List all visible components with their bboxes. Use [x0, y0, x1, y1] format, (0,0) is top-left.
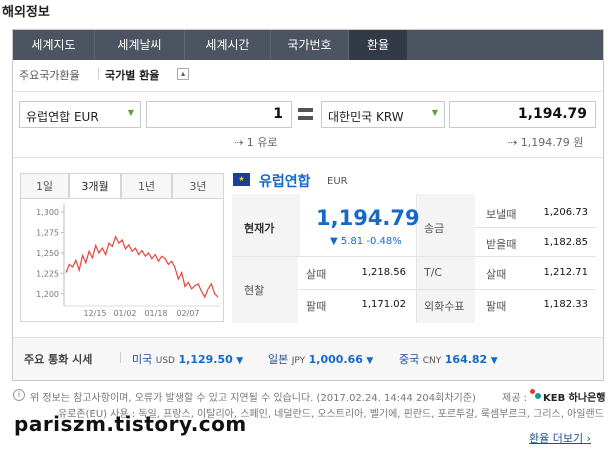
table-divider: [475, 227, 596, 228]
period-1y[interactable]: 1년: [121, 173, 172, 199]
to-amount-input[interactable]: 1,194.79: [449, 101, 596, 128]
rate-chart: 1,300 1,275 1,250 1,225 1,200 12/15 01/02 01/1…: [36, 204, 220, 318]
to-currency-select[interactable]: 대한민국 KRW ▼: [321, 101, 445, 128]
x-tick-label: 01/02: [113, 309, 136, 318]
watermark-text: pariszm.tistory.com: [14, 412, 247, 436]
current-rate-label: 현재가: [244, 222, 275, 235]
current-rate-value: 1,194.79: [316, 206, 420, 230]
major-value: 1,000.66: [308, 353, 363, 366]
x-tick-label: 02/07: [176, 309, 199, 318]
check-sell-value: 1,182.33: [543, 299, 588, 310]
arrow-right-icon: ⇢: [508, 136, 518, 149]
note-text: 위 정보는 참고사항이며, 오류가 발생할 수 있고 지연될 수 있습니다. (…: [30, 393, 476, 404]
from-hint-text: 1 유로: [246, 136, 278, 149]
down-arrow-icon: ▼: [490, 356, 498, 366]
tc-buy-label: 살때: [486, 268, 507, 281]
period-3y[interactable]: 3년: [172, 173, 224, 199]
remit-recv-label: 받을때: [486, 238, 517, 251]
more-rates-link[interactable]: 환율 더보기 ›: [529, 430, 591, 446]
rate-change-value: 5.81: [340, 236, 364, 247]
tab-world-time[interactable]: 세계시간: [185, 30, 271, 60]
major-divider: [120, 352, 121, 363]
down-arrow-icon: ▼: [236, 356, 244, 366]
divider: [13, 157, 603, 158]
provider-label: 제공 :: [502, 393, 527, 404]
to-currency-label: 대한민국 KRW: [328, 110, 404, 124]
cash-buy-label: 살때: [306, 268, 327, 281]
divider: [13, 91, 603, 92]
tc-label: T/C: [424, 266, 443, 279]
cash-sell-label: 팔때: [306, 300, 327, 313]
period-3m[interactable]: 3개월: [69, 173, 121, 199]
page-title: 해외정보: [2, 5, 50, 20]
major-item-jpy[interactable]: 일본 JPY 1,000.66 ▼: [268, 351, 373, 367]
remit-send-value: 1,206.73: [543, 207, 588, 218]
major-code: CNY: [422, 356, 442, 366]
major-country: 일본: [268, 353, 289, 366]
rate-line: [65, 235, 219, 299]
y-tick-label: 1,250: [36, 249, 59, 258]
to-amount-value: 1,194.79: [517, 106, 587, 122]
to-hint-text: 1,194.79 원: [520, 136, 584, 149]
major-code: JPY: [291, 356, 306, 366]
check-sell-label: 팔때: [486, 300, 507, 313]
from-hint: ⇢ 1 유로: [234, 134, 277, 150]
tc-buy-value: 1,212.71: [543, 267, 588, 278]
subtab-divider: [98, 68, 99, 79]
cash-buy-value: 1,218.56: [361, 267, 406, 278]
subtab-by-country[interactable]: 국가별 환율: [105, 67, 159, 83]
y-tick-label: 1,200: [36, 290, 59, 299]
arrow-right-icon: ⇢: [234, 136, 244, 149]
table-divider: [232, 256, 596, 257]
from-amount-value: 1: [273, 106, 283, 122]
period-1d[interactable]: 1일: [20, 173, 69, 199]
to-hint: ⇢ 1,194.79 원: [508, 134, 583, 150]
currency-name: 유럽연합: [259, 174, 311, 190]
down-arrow-icon: ▼: [366, 356, 374, 366]
chevron-down-icon: ▼: [431, 108, 438, 117]
x-tick-label: 12/15: [83, 309, 106, 318]
rate-change-pct: -0.48%: [366, 236, 402, 247]
subtab-major-rates[interactable]: 주요국가환율: [19, 67, 80, 83]
major-country: 미국: [132, 353, 153, 366]
remit-recv-value: 1,182.85: [543, 237, 588, 248]
major-item-cny[interactable]: 중국 CNY 164.82 ▼: [399, 351, 498, 367]
tab-world-map[interactable]: 세계지도: [13, 30, 95, 60]
major-item-usd[interactable]: 미국 USD 1,129.50 ▼: [132, 351, 243, 367]
table-divider: [298, 289, 596, 290]
major-country: 중국: [399, 353, 420, 366]
more-rates-text: 환율 더보기: [529, 432, 584, 445]
remit-send-label: 보낼때: [486, 208, 517, 221]
chevron-right-icon: ›: [586, 432, 592, 445]
keb-logo-icon: [530, 389, 541, 400]
cash-label: 현찰: [244, 284, 265, 297]
tab-world-weather[interactable]: 세계날씨: [95, 30, 185, 60]
provider-name: KEB 하나은행: [543, 393, 606, 404]
y-tick-label: 1,275: [36, 229, 59, 238]
major-code: USD: [155, 356, 175, 366]
y-tick-label: 1,225: [36, 269, 59, 278]
chevron-down-icon: ▼: [127, 108, 134, 117]
major-value: 1,129.50: [178, 353, 233, 366]
tab-exchange-rate[interactable]: 환율: [349, 30, 407, 60]
cash-sell-value: 1,171.02: [361, 299, 406, 310]
down-arrow-icon: ▼: [330, 236, 338, 247]
eu-flag-icon: ★: [233, 173, 250, 186]
from-currency-label: 유럽연합 EUR: [26, 110, 99, 124]
y-tick-label: 1,300: [36, 208, 59, 217]
currency-code: EUR: [327, 176, 348, 187]
collapse-toggle-icon[interactable]: ▴: [177, 68, 189, 80]
from-amount-input[interactable]: 1: [146, 101, 292, 128]
rate-change: ▼ 5.81 -0.48%: [330, 236, 402, 247]
from-currency-select[interactable]: 유럽연합 EUR ▼: [19, 101, 141, 128]
equals-icon: [298, 108, 313, 120]
info-icon: i: [13, 389, 25, 401]
check-label: 외화수표: [424, 300, 465, 313]
major-value: 164.82: [444, 353, 488, 366]
remit-label: 송금: [424, 222, 445, 235]
major-label: 주요 통화 시세: [24, 353, 93, 366]
x-tick-label: 01/18: [144, 309, 167, 318]
tab-country-code[interactable]: 국가번호: [271, 30, 349, 60]
nav-bar: 세계지도 세계날씨 세계시간 국가번호 환율: [13, 30, 603, 60]
